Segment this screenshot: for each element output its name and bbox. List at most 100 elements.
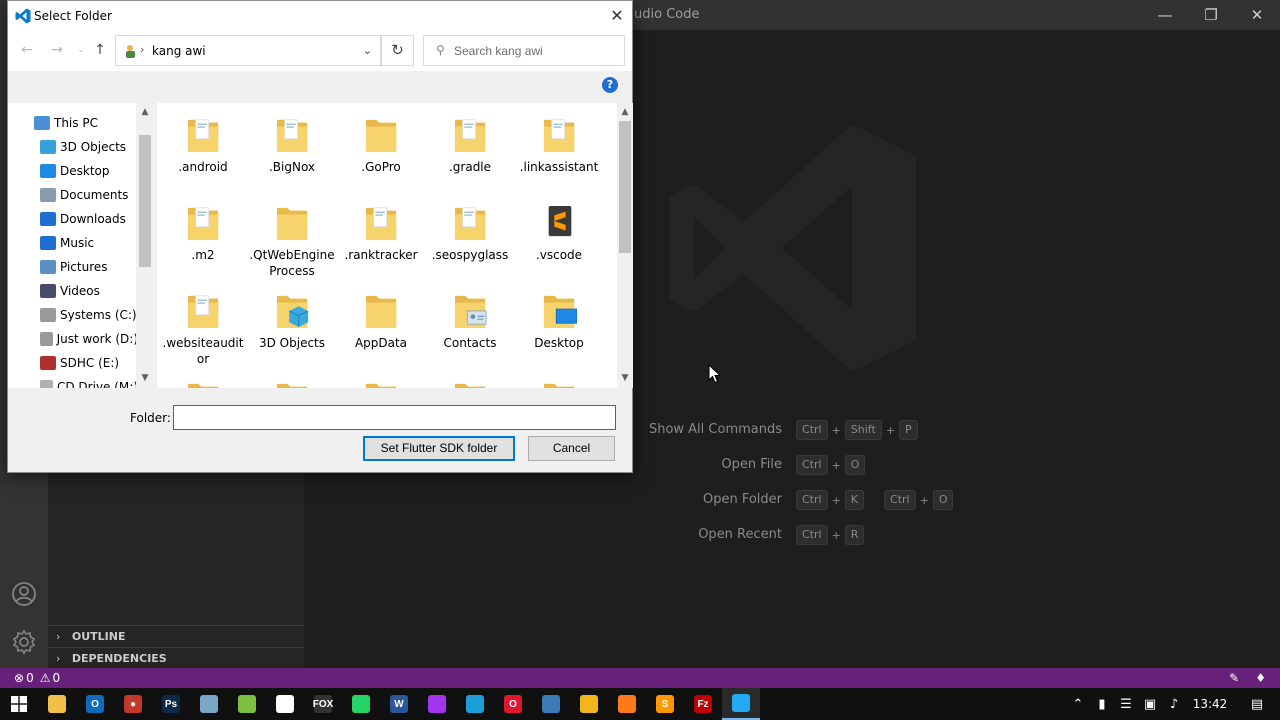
folder-item[interactable]: .m2 — [159, 191, 247, 277]
account-icon[interactable] — [10, 580, 38, 608]
error-icon: ⊗ — [14, 671, 25, 685]
taskbar-word-button[interactable]: W — [380, 688, 418, 720]
folder-item[interactable]: .android — [159, 103, 247, 189]
taskbar-foxit-button[interactable]: FOX — [304, 688, 342, 720]
folder-item[interactable]: .seospyglass — [426, 191, 514, 277]
scroll-thumb[interactable] — [619, 121, 631, 253]
nav-item[interactable]: This PC — [8, 111, 138, 135]
folder-item[interactable]: .vscode — [515, 191, 603, 277]
scroll-up-arrow-icon[interactable]: ▲ — [136, 107, 154, 117]
taskbar-sublime-button[interactable]: S — [646, 688, 684, 720]
nav-item[interactable]: SDHC (E:) — [8, 351, 138, 375]
taskbar-firefox-button[interactable] — [608, 688, 646, 720]
minimize-button[interactable]: — — [1142, 0, 1188, 30]
nav-item[interactable]: Documents — [8, 183, 138, 207]
taskbar-app-circle-button[interactable] — [266, 688, 304, 720]
documents-icon — [40, 188, 56, 202]
search-input[interactable] — [454, 40, 619, 62]
back-arrow-icon[interactable]: ← — [18, 41, 36, 59]
scroll-up-arrow-icon[interactable]: ▲ — [617, 107, 633, 117]
nav-item[interactable]: Music — [8, 231, 138, 255]
key: Ctrl — [796, 455, 828, 475]
folder-item[interactable]: 3D Objects — [248, 279, 336, 365]
restore-button[interactable]: ❐ — [1188, 0, 1234, 30]
show-hidden-icons-chevron-icon[interactable]: ⌃ — [1066, 697, 1090, 712]
help-icon[interactable]: ? — [602, 77, 618, 93]
taskbar-app-blue-button[interactable] — [532, 688, 570, 720]
nav-item[interactable]: Systems (C:) — [8, 303, 138, 327]
folder-item-name: .GoPro — [361, 160, 401, 174]
folder-doc-icon — [454, 201, 488, 243]
scroll-down-arrow-icon[interactable]: ▼ — [136, 373, 154, 383]
taskbar-app-generic-button[interactable] — [190, 688, 228, 720]
wifi-icon[interactable]: ☰ — [1114, 697, 1138, 712]
nav-item[interactable]: 3D Objects — [8, 135, 138, 159]
nav-item[interactable]: Just work (D:) — [8, 327, 138, 351]
forward-arrow-icon[interactable]: → — [48, 41, 66, 59]
taskbar-opera-button[interactable]: O — [494, 688, 532, 720]
set-flutter-sdk-folder-button[interactable]: Set Flutter SDK folder — [363, 436, 515, 461]
search-box[interactable]: ⚲ — [423, 35, 625, 66]
folder-item-name: .vscode — [535, 248, 583, 262]
outline-section-header[interactable]: › OUTLINE — [48, 625, 304, 647]
nav-item[interactable]: Videos — [8, 279, 138, 303]
folder-item[interactable]: Desktop — [515, 279, 603, 365]
settings-gear-icon[interactable] — [10, 628, 38, 656]
taskbar-recorder-button[interactable]: ● — [114, 688, 152, 720]
folder-item[interactable]: .QtWebEngineProcess — [248, 191, 336, 278]
address-bar[interactable]: › kang awi ⌄ — [115, 35, 381, 66]
recent-locations-chevron-icon[interactable]: ⌄ — [72, 41, 90, 59]
taskbar-outlook-button[interactable]: O — [76, 688, 114, 720]
chevron-down-icon[interactable]: ⌄ — [363, 44, 372, 57]
close-window-button[interactable]: ✕ — [1234, 0, 1280, 30]
folder-item-partial[interactable] — [248, 367, 336, 388]
folder-contents-scrollbar[interactable]: ▲ ▼ — [617, 103, 633, 388]
taskbar-whatsapp-button[interactable] — [342, 688, 380, 720]
dependencies-section-header[interactable]: › DEPENDENCIES — [48, 647, 304, 669]
clock[interactable]: 13:42 — [1186, 697, 1234, 711]
folder-item[interactable]: AppData — [337, 279, 425, 365]
folder-item[interactable]: Contacts — [426, 279, 514, 365]
app-generic-icon — [200, 695, 218, 713]
folder-name-input[interactable] — [173, 405, 616, 430]
feedback-icon[interactable]: ✎ — [1229, 668, 1239, 688]
cancel-button[interactable]: Cancel — [528, 436, 615, 461]
problems-status[interactable]: ⊗ 0 ⚠ 0 — [14, 668, 60, 688]
taskbar-chrome-button[interactable] — [570, 688, 608, 720]
folder-item[interactable]: .websiteauditor — [159, 279, 247, 366]
scroll-thumb[interactable] — [139, 135, 151, 267]
folder-item[interactable]: .GoPro — [337, 103, 425, 189]
notifications-bell-icon[interactable]: ♦ — [1255, 668, 1266, 688]
taskbar-edge-button[interactable] — [456, 688, 494, 720]
action-center-icon[interactable]: ▤ — [1234, 697, 1280, 712]
downloads-icon — [40, 212, 56, 226]
volume-icon[interactable]: ♪ — [1162, 697, 1186, 712]
folder-item[interactable]: .BigNox — [248, 103, 336, 189]
folder-item-partial[interactable] — [515, 367, 603, 388]
folder-item-partial[interactable] — [159, 367, 247, 388]
nav-item[interactable]: Desktop — [8, 159, 138, 183]
taskbar-vscode-button[interactable] — [722, 688, 760, 720]
taskbar-photoshop-button[interactable]: Ps — [152, 688, 190, 720]
scroll-down-arrow-icon[interactable]: ▼ — [617, 373, 633, 383]
taskbar-file-explorer-button[interactable] — [38, 688, 76, 720]
nav-item[interactable]: Downloads — [8, 207, 138, 231]
folder-item[interactable]: .linkassistant — [515, 103, 603, 189]
battery-icon[interactable]: ▣ — [1138, 697, 1162, 712]
nav-item[interactable]: CD Drive (M:) — [8, 375, 138, 388]
desktop-icon — [40, 164, 56, 178]
start-button[interactable] — [0, 688, 38, 720]
taskbar-notepad-plus-button[interactable] — [228, 688, 266, 720]
microphone-icon[interactable]: ▮ — [1090, 697, 1114, 712]
up-arrow-icon[interactable]: ↑ — [91, 41, 109, 59]
taskbar-filezilla-button[interactable]: Fz — [684, 688, 722, 720]
folder-item[interactable]: .ranktracker — [337, 191, 425, 277]
refresh-button[interactable]: ↻ — [381, 35, 414, 66]
taskbar-messenger-button[interactable] — [418, 688, 456, 720]
navigation-pane-scrollbar[interactable]: ▲ ▼ — [136, 103, 154, 388]
nav-item[interactable]: Pictures — [8, 255, 138, 279]
dialog-close-button[interactable]: ✕ — [602, 1, 632, 31]
folder-item-partial[interactable] — [337, 367, 425, 388]
folder-item[interactable]: .gradle — [426, 103, 514, 189]
folder-item-partial[interactable] — [426, 367, 514, 388]
